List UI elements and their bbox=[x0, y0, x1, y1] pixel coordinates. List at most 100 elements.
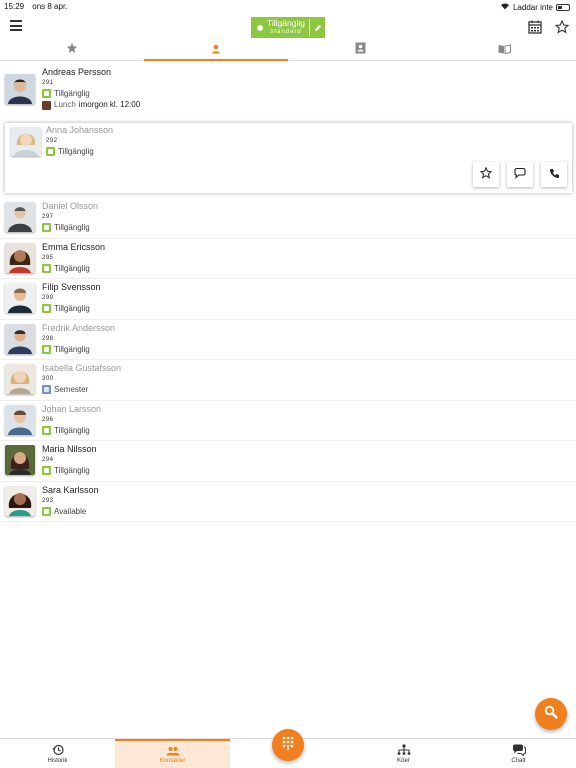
contact-row[interactable]: Sara Karlsson 293 Available bbox=[0, 482, 576, 522]
contact-status: Tillgänglig bbox=[54, 223, 90, 232]
avatar bbox=[5, 485, 35, 516]
status-date: ons 8 apr. bbox=[32, 2, 68, 11]
lunch-icon bbox=[42, 100, 51, 110]
nav-history-label: Historik bbox=[47, 757, 68, 764]
chat-icon bbox=[513, 166, 527, 184]
tab-favorites[interactable] bbox=[0, 40, 144, 60]
contact-status: Tillgänglig bbox=[54, 425, 90, 435]
pencil-icon[interactable] bbox=[309, 19, 325, 36]
contact-row[interactable]: Andreas Persson 291 Tillgänglig Lunch imo… bbox=[0, 64, 576, 118]
dialpad-icon bbox=[282, 736, 294, 755]
queues-icon bbox=[397, 743, 411, 758]
calendar-event-label: Lunch bbox=[54, 100, 76, 109]
nav-contacts[interactable]: Kontakter bbox=[115, 739, 230, 768]
app-header: Tillgänglig standard bbox=[0, 12, 576, 42]
contact-list: Andreas Persson 291 Tillgänglig Lunch imo… bbox=[0, 64, 576, 522]
status-bar: 15:29 ons 8 apr. Laddar inte bbox=[0, 0, 576, 12]
contact-name: Daniel Olsson bbox=[42, 201, 99, 211]
wifi-icon bbox=[500, 2, 510, 12]
contact-name: Anna Johansson bbox=[46, 125, 114, 135]
book-icon bbox=[498, 41, 511, 59]
avatar bbox=[5, 283, 35, 313]
contact-extension: 298 bbox=[42, 335, 54, 342]
tab-contacts[interactable] bbox=[144, 40, 288, 61]
contact-name: Sara Karlsson bbox=[42, 484, 99, 495]
avatar bbox=[5, 364, 35, 394]
available-status-icon bbox=[46, 147, 55, 156]
contact-row[interactable]: Fredrik Andersson 298 Tillgänglig bbox=[0, 320, 576, 360]
nav-chat-label: Chatt bbox=[511, 757, 526, 764]
contact-row[interactable]: Johan Larsson 296 Tillgänglig bbox=[0, 401, 576, 441]
contact-status: Tillgänglig bbox=[54, 89, 90, 98]
contact-extension: 299 bbox=[42, 295, 54, 301]
available-status-icon bbox=[42, 304, 51, 313]
contact-row[interactable]: Emma Ericsson 295 Tillgänglig bbox=[0, 239, 576, 279]
avatar bbox=[5, 323, 35, 354]
contact-name: Filip Svensson bbox=[42, 282, 101, 292]
contact-name: Maria Nilsson bbox=[42, 444, 97, 454]
available-status-icon bbox=[42, 89, 51, 98]
contact-card-expanded[interactable]: Anna Johansson 292 Tillgänglig bbox=[5, 123, 572, 193]
presence-profile: standard bbox=[270, 28, 302, 35]
tab-directory[interactable] bbox=[432, 40, 576, 60]
person-icon bbox=[211, 41, 221, 59]
history-icon bbox=[52, 744, 64, 758]
contact-status: Tillgänglig bbox=[58, 147, 94, 156]
people-icon bbox=[166, 746, 180, 758]
nav-queues[interactable]: Köer bbox=[346, 739, 461, 768]
contact-status: Tillgänglig bbox=[54, 263, 90, 273]
contact-extension: 295 bbox=[42, 254, 54, 261]
avatar bbox=[5, 404, 35, 435]
star-icon bbox=[479, 166, 493, 184]
contact-extension: 292 bbox=[46, 138, 58, 144]
contact-row[interactable]: Daniel Olsson 297 Tillgänglig bbox=[0, 198, 576, 239]
nav-history[interactable]: Historik bbox=[0, 739, 115, 768]
star-icon[interactable] bbox=[554, 19, 570, 35]
contact-row[interactable]: Maria Nilsson 294 Tillgänglig bbox=[0, 441, 576, 482]
available-status-icon bbox=[42, 263, 51, 273]
contact-tabs bbox=[0, 40, 576, 61]
contact-status: Available bbox=[54, 506, 87, 516]
avatar bbox=[5, 445, 35, 475]
dialpad-button[interactable] bbox=[272, 729, 304, 761]
contact-name: Andreas Persson bbox=[42, 67, 112, 77]
contact-status: Tillgänglig bbox=[54, 344, 90, 354]
nav-chat[interactable]: Chatt bbox=[461, 739, 576, 768]
star-icon bbox=[66, 41, 78, 59]
contact-extension: 294 bbox=[42, 457, 54, 463]
presence-button[interactable]: Tillgänglig standard bbox=[251, 17, 325, 38]
contact-name: Emma Ericsson bbox=[42, 241, 106, 252]
avatar bbox=[5, 202, 35, 232]
available-status-icon bbox=[42, 506, 51, 516]
available-status-icon bbox=[42, 425, 51, 435]
chat-button[interactable] bbox=[507, 162, 533, 187]
contact-status: Tillgänglig bbox=[54, 304, 90, 313]
avatar bbox=[11, 127, 41, 156]
call-button[interactable] bbox=[541, 162, 567, 187]
charging-status: Laddar inte bbox=[512, 2, 553, 12]
contact-extension: 297 bbox=[42, 214, 54, 220]
contact-status: Semester bbox=[54, 385, 89, 394]
contact-extension: 291 bbox=[42, 80, 54, 86]
contact-extension: 293 bbox=[42, 497, 54, 504]
nav-queues-label: Köer bbox=[397, 757, 410, 764]
chat-icon bbox=[512, 744, 526, 758]
avatar bbox=[5, 242, 35, 273]
avatar bbox=[5, 74, 35, 104]
search-button[interactable] bbox=[535, 698, 567, 730]
presence-label: Tillgänglig bbox=[267, 17, 305, 28]
calendar-icon[interactable] bbox=[527, 19, 543, 35]
contact-name: Isabella Gustafsson bbox=[42, 363, 122, 373]
tab-address-book[interactable] bbox=[288, 40, 432, 60]
contact-name: Fredrik Andersson bbox=[42, 322, 116, 333]
available-status-icon bbox=[42, 466, 51, 475]
available-status-icon bbox=[42, 223, 51, 232]
menu-icon[interactable] bbox=[10, 20, 22, 31]
contact-row[interactable]: Filip Svensson 299 Tillgänglig bbox=[0, 279, 576, 320]
contact-card-icon bbox=[355, 41, 366, 59]
favorite-button[interactable] bbox=[473, 162, 499, 187]
vacation-status-icon bbox=[42, 385, 51, 394]
battery-icon bbox=[556, 3, 570, 11]
contact-row[interactable]: Isabella Gustafsson 300 Semester bbox=[0, 360, 576, 401]
nav-contacts-label: Kontakter bbox=[159, 757, 186, 764]
